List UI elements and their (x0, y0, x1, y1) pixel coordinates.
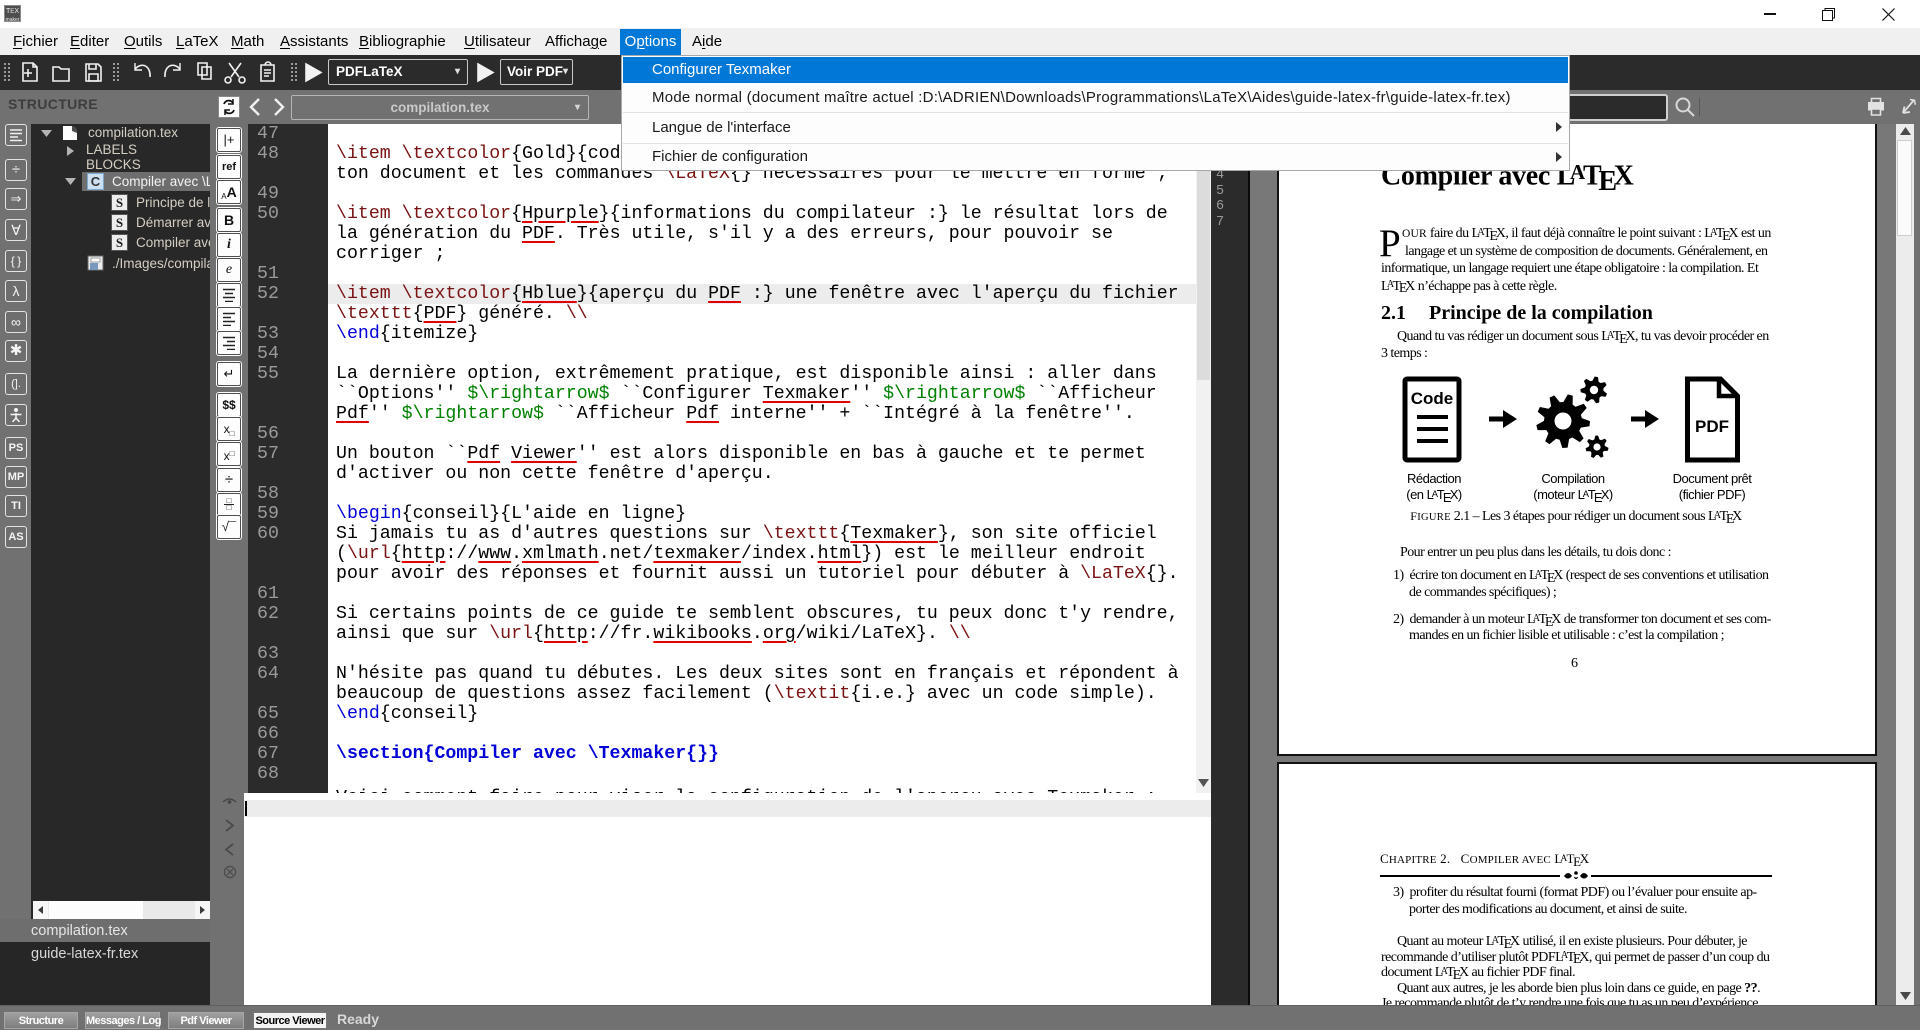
svg-text:Code: Code (1411, 389, 1454, 408)
svg-text:PDF: PDF (1695, 417, 1729, 436)
